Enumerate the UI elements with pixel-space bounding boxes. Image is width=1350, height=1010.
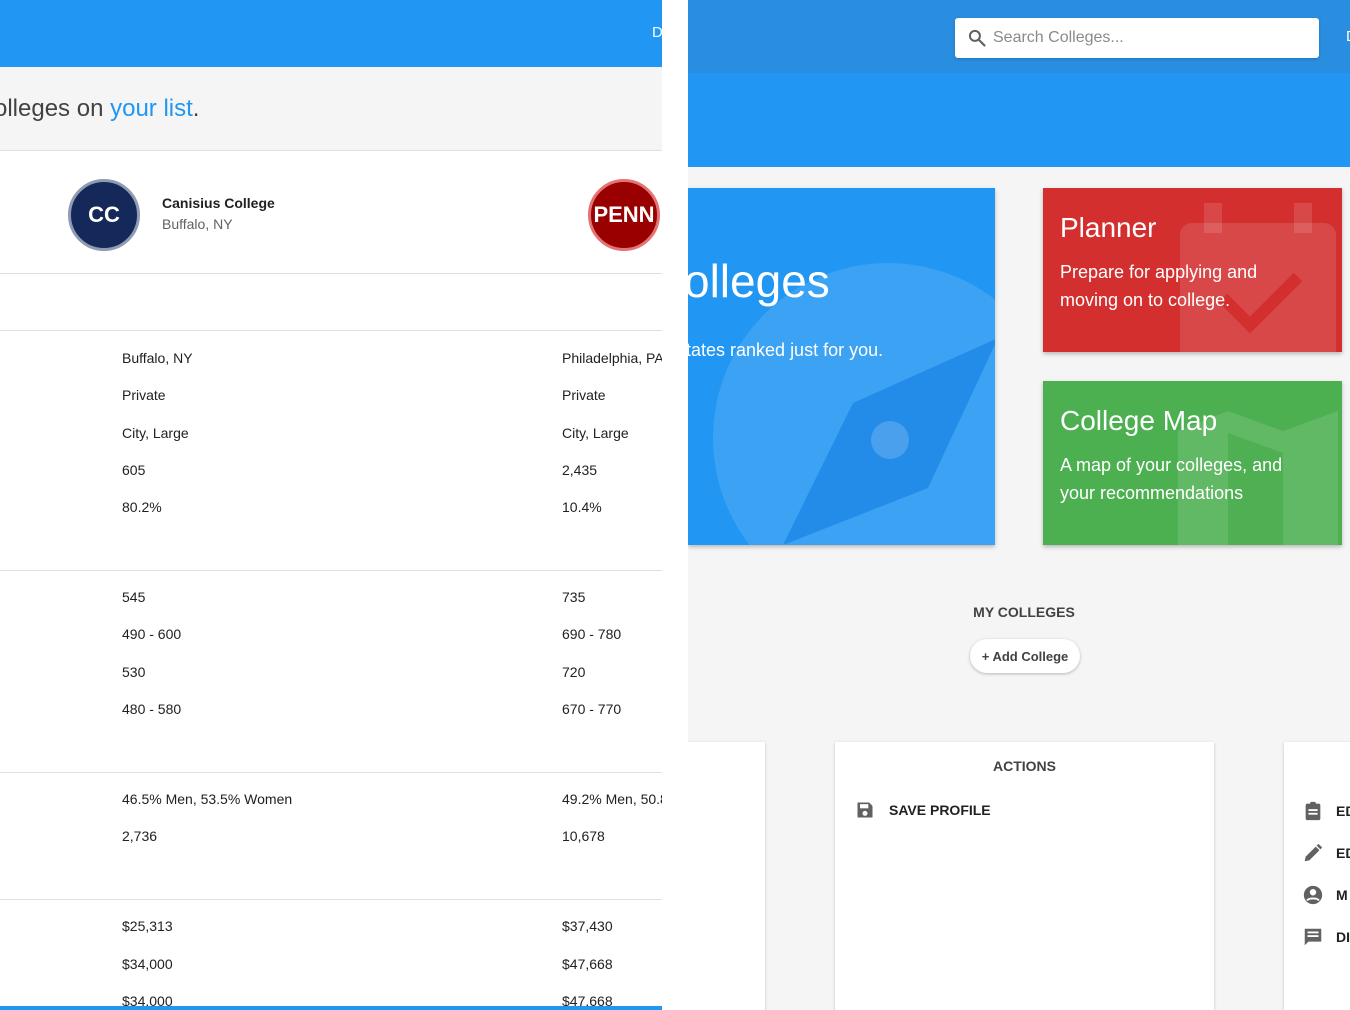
table-cell: City, Large: [562, 425, 629, 441]
left-app-bar-cut-text: D: [652, 24, 662, 41]
pencil-icon: [1304, 843, 1323, 862]
college-map-tile[interactable]: College Map A map of your colleges, and …: [1043, 381, 1342, 545]
table-cell: 480 - 580: [122, 701, 182, 717]
table-cell: City, Large: [122, 425, 189, 441]
table-cell: 605: [122, 462, 146, 478]
table-cell: 545: [122, 589, 146, 605]
search-box[interactable]: [955, 18, 1319, 58]
college-map-tile-subtitle: A map of your colleges, and your recomme…: [1060, 455, 1283, 503]
table-cell: $47,668: [562, 956, 613, 972]
table-cell: 80.2%: [122, 499, 162, 515]
menu-item-discussion[interactable]: DI: [1302, 926, 1350, 948]
colleges-tile[interactable]: olleges tates ranked just for you.: [688, 188, 995, 545]
table-cell: Private: [122, 387, 166, 403]
table-cell: 49.2% Men, 50.8: [562, 791, 662, 807]
right-app-bar: D: [688, 0, 1350, 73]
table-cell: $25,313: [122, 918, 173, 934]
table-cell: 2,736: [122, 828, 158, 844]
actions-card: ACTIONS SAVE PROFILE: [835, 742, 1214, 1010]
table-cell: 670 - 770: [562, 701, 622, 717]
save-profile-button[interactable]: SAVE PROFILE: [855, 800, 991, 820]
divider: [0, 273, 662, 274]
planner-tile-subtitle: Prepare for applying and moving on to co…: [1060, 262, 1258, 310]
table-cell: 10.4%: [562, 499, 602, 515]
menu-item-label: ED: [1336, 845, 1350, 861]
college-location: Buffalo, NY: [162, 216, 233, 232]
divider: [0, 330, 662, 331]
planner-tile-title: Planner: [1060, 212, 1157, 243]
college-name[interactable]: Canisius College: [162, 195, 275, 211]
compare-banner: olleges on your list.: [0, 67, 662, 151]
planner-tile[interactable]: Planner Prepare for applying and moving …: [1043, 188, 1342, 352]
table-cell: 690 - 780: [562, 626, 622, 642]
add-college-button[interactable]: + Add College: [970, 639, 1080, 673]
comparison-window: D olleges on your list. CC Canisius Coll…: [0, 0, 662, 1010]
actions-title: ACTIONS: [993, 758, 1056, 774]
table-cell: $34,000: [122, 956, 173, 972]
message-icon: [1304, 928, 1322, 946]
table-cell: Philadelphia, PA: [562, 350, 662, 366]
left-app-bar: D: [0, 0, 662, 67]
right-app-bar-cut-text: D: [1346, 28, 1350, 45]
menu-item-label: ED: [1336, 803, 1350, 819]
divider: [0, 570, 662, 571]
dashboard-window: D olleges tates ranked just for you. Pla…: [688, 0, 1350, 1010]
banner-suffix: .: [192, 95, 200, 122]
right-card: ED ED M DI: [1284, 742, 1350, 1010]
window-divider: [662, 0, 688, 1010]
college-map-tile-title: College Map: [1060, 405, 1218, 436]
table-cell: 735: [562, 589, 586, 605]
search-icon: [968, 29, 986, 47]
menu-item-label: M: [1336, 887, 1348, 903]
table-cell: Private: [562, 387, 606, 403]
divider: [0, 772, 662, 773]
divider: [0, 899, 662, 900]
penn-logo[interactable]: PENN: [588, 179, 660, 251]
table-cell: $37,430: [562, 918, 613, 934]
table-cell: 46.5% Men, 53.5% Women: [122, 791, 293, 807]
colleges-tile-title: olleges: [688, 255, 830, 307]
canisius-logo[interactable]: CC: [68, 179, 140, 251]
banner-prefix: olleges on: [0, 95, 111, 122]
table-cell: 2,435: [562, 462, 598, 478]
hero-band: [688, 73, 1350, 167]
left-card: [688, 742, 765, 1010]
menu-item-edit-application[interactable]: ED: [1302, 800, 1350, 822]
left-bottom-bar: [0, 1006, 662, 1010]
table-cell: Buffalo, NY: [122, 350, 193, 366]
table-cell: 530: [122, 664, 146, 680]
search-input[interactable]: [993, 18, 1303, 58]
my-colleges-heading: MY COLLEGES: [973, 604, 1075, 620]
menu-item-my-account[interactable]: M: [1302, 884, 1348, 906]
your-list-link[interactable]: your list: [110, 95, 193, 122]
compare-banner-text: olleges on your list.: [0, 95, 199, 123]
clipboard-icon: [1305, 801, 1321, 821]
table-cell: 720: [562, 664, 586, 680]
save-icon: [857, 802, 873, 818]
account-circle-icon: [1303, 885, 1323, 905]
menu-item-edit[interactable]: ED: [1302, 842, 1350, 864]
menu-item-label: DI: [1336, 929, 1350, 945]
compass-icon: [713, 263, 995, 545]
save-profile-label: SAVE PROFILE: [889, 802, 991, 818]
table-cell: 490 - 600: [122, 626, 182, 642]
table-cell: 10,678: [562, 828, 605, 844]
colleges-tile-subtitle: tates ranked just for you.: [688, 340, 884, 360]
